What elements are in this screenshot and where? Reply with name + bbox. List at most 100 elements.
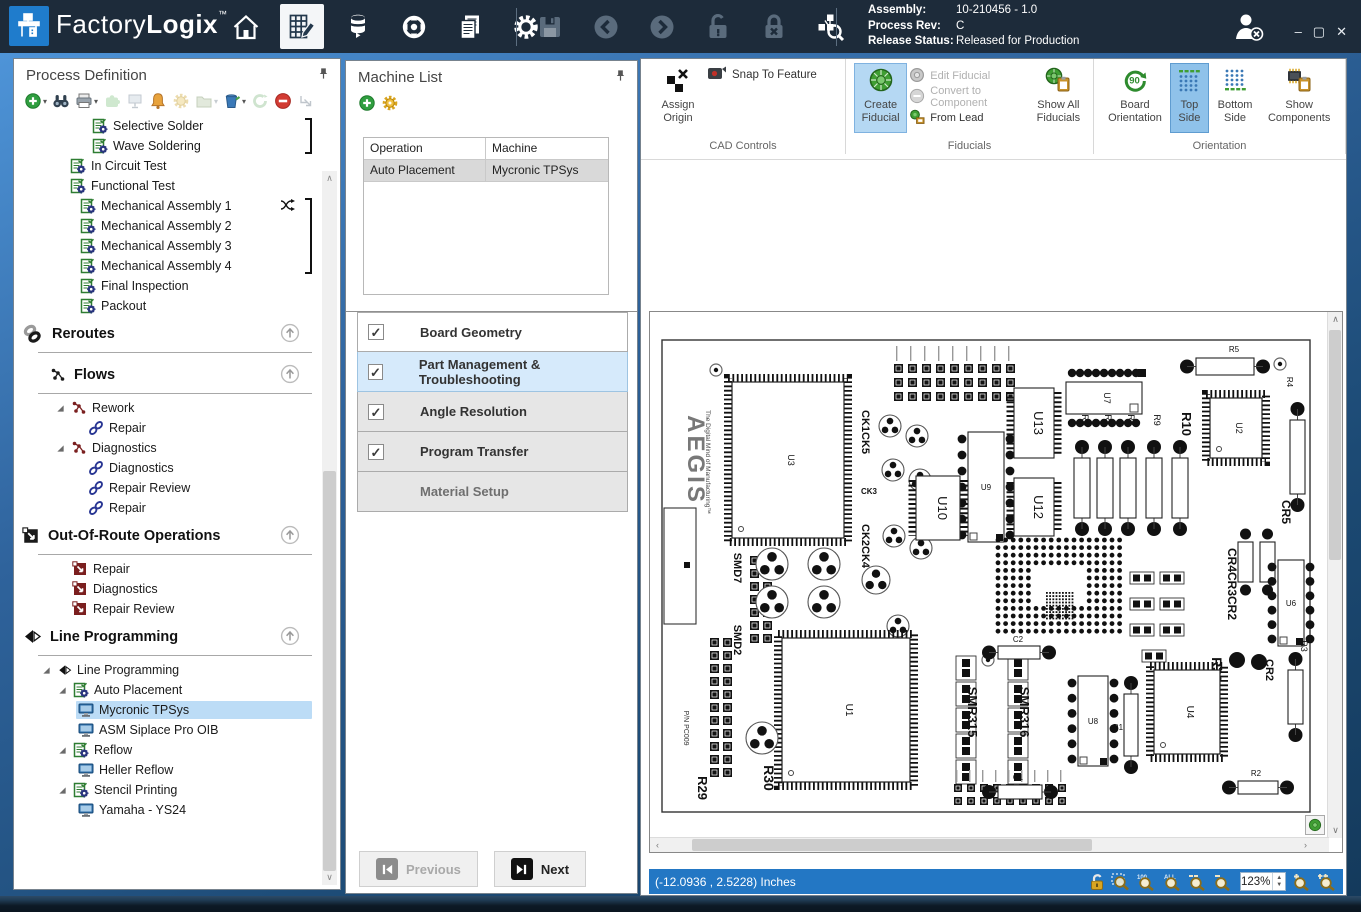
pin-icon[interactable] — [317, 67, 330, 84]
tree-item-mechanical-assembly-3[interactable]: Mechanical Assembly 3 — [14, 236, 326, 256]
tree-item-final-inspection[interactable]: Final Inspection — [14, 276, 326, 296]
fiducial-quick-button[interactable] — [1305, 815, 1325, 835]
zoom-level-input[interactable]: 123% ▲▼ — [1240, 872, 1286, 891]
tree-item-line-programming[interactable]: Line Programming — [14, 660, 326, 680]
user-session-icon[interactable] — [1232, 10, 1266, 49]
zoom-in-double-icon[interactable] — [1317, 873, 1337, 891]
scroll-left-icon[interactable]: ‹ — [650, 838, 665, 853]
tree-item-rework[interactable]: Rework — [14, 398, 326, 418]
cad-horizontal-scrollbar[interactable]: ‹ › — [650, 837, 1329, 852]
tree-item-functional-test[interactable]: Functional Test — [14, 176, 326, 196]
step-part-management-troubleshooting[interactable]: ✓Part Management & Troubleshooting — [357, 352, 628, 392]
tree-item-packout[interactable]: Packout — [14, 296, 326, 316]
tree-item-asm-siplace-pro-oib[interactable]: ASM Siplace Pro OIB — [14, 720, 326, 740]
expander-icon[interactable] — [58, 686, 68, 695]
add-toolbar-icon[interactable]: ▾ — [24, 92, 47, 110]
cam-icon[interactable] — [392, 4, 436, 49]
delete-toolbar-icon[interactable]: ▾ — [223, 92, 246, 110]
bottom-side-button[interactable]: BottomSide — [1211, 63, 1260, 133]
collapse-section-icon[interactable] — [280, 323, 300, 347]
machine-col-operation[interactable]: Operation — [364, 138, 486, 159]
next-button[interactable]: Next — [494, 851, 586, 887]
step-angle-resolution[interactable]: ✓Angle Resolution — [357, 392, 628, 432]
expander-icon[interactable] — [56, 444, 66, 453]
machine-table[interactable]: OperationMachine Auto PlacementMycronic … — [363, 137, 609, 295]
tree-item-wave-soldering[interactable]: Wave Soldering — [14, 136, 326, 156]
documents-icon[interactable] — [448, 4, 492, 49]
step-checkbox[interactable]: ✓ — [368, 404, 384, 420]
machine-table-row[interactable]: Auto PlacementMycronic TPSys — [364, 160, 608, 182]
materials-icon[interactable] — [336, 4, 380, 49]
step-program-transfer[interactable]: ✓Program Transfer — [357, 432, 628, 472]
close-button[interactable]: ✕ — [1336, 24, 1347, 40]
tree-item-diagnostics[interactable]: Diagnostics — [14, 438, 326, 458]
zoom-all-icon[interactable]: ALL — [1162, 873, 1182, 891]
step-material-setup[interactable]: Material Setup — [357, 472, 628, 512]
zoom-in-icon[interactable] — [1292, 873, 1311, 891]
expander-icon[interactable] — [42, 666, 52, 675]
tree-item-repair-review[interactable]: Repair Review — [14, 599, 326, 619]
snap-button[interactable]: Snap To Feature — [707, 65, 817, 84]
pan-lock-icon[interactable] — [1089, 873, 1105, 891]
cad-vertical-scrollbar[interactable]: ∧ ∨ — [1327, 312, 1342, 838]
tree-item-diagnostics[interactable]: Diagnostics — [14, 579, 326, 599]
top-side-button[interactable]: TopSide — [1170, 63, 1209, 133]
scroll-up-icon[interactable]: ∧ — [322, 171, 337, 186]
zoom-window-icon[interactable] — [1111, 873, 1130, 891]
pcb-board[interactable]: AEGISThe Digital Mind of Manufacturing™P… — [650, 312, 1329, 838]
zoom-out-double-icon[interactable] — [1188, 873, 1207, 891]
tree-item-mechanical-assembly-2[interactable]: Mechanical Assembly 2 — [14, 216, 326, 236]
tree-item-mechanical-assembly-4[interactable]: Mechanical Assembly 4 — [14, 256, 326, 276]
collapse-section-icon[interactable] — [280, 626, 300, 650]
scroll-down-icon[interactable]: ∨ — [322, 870, 337, 885]
stop-toolbar-icon[interactable] — [274, 92, 292, 110]
collapse-section-icon[interactable] — [280, 525, 300, 549]
fiducial-button[interactable]: CreateFiducial — [854, 63, 907, 133]
tree-item-in-circuit-test[interactable]: In Circuit Test — [14, 156, 326, 176]
tree-item-auto-placement[interactable]: Auto Placement — [14, 680, 326, 700]
process-tree-scrollbar[interactable]: ∧ ∨ — [322, 171, 337, 885]
pin-icon[interactable] — [614, 69, 627, 86]
expander-icon[interactable] — [58, 746, 68, 755]
show-fiducials-button[interactable]: Show AllFiducials — [1032, 63, 1085, 133]
flow-search-icon[interactable] — [808, 4, 852, 49]
from-lead-button[interactable]: From Lead — [909, 109, 1030, 127]
collapse-section-icon[interactable] — [280, 364, 300, 388]
zoom-spinner[interactable]: ▲▼ — [1272, 873, 1285, 890]
step-checkbox[interactable]: ✓ — [368, 444, 384, 460]
step-board-geometry[interactable]: ✓Board Geometry — [357, 312, 628, 352]
zoom-100-icon[interactable]: 100 — [1136, 873, 1156, 891]
minimize-button[interactable]: – — [1295, 24, 1302, 40]
expander-icon[interactable] — [56, 404, 66, 413]
tree-item-yamaha-ys24[interactable]: Yamaha - YS24 — [14, 800, 326, 820]
find-toolbar-icon[interactable] — [52, 92, 70, 110]
section-line-programming[interactable]: Line Programming — [14, 619, 326, 655]
gearGold-toolbar-icon[interactable] — [381, 94, 399, 112]
maximize-button[interactable]: ▢ — [1313, 24, 1325, 40]
tree-item-diagnostics[interactable]: Diagnostics — [14, 458, 326, 478]
cad-viewport[interactable]: AEGISThe Digital Mind of Manufacturing™P… — [649, 311, 1343, 853]
assign-origin-button[interactable]: AssignOrigin — [649, 63, 707, 133]
tree-item-selective-solder[interactable]: Selective Solder — [14, 116, 326, 136]
tree-item-repair[interactable]: Repair — [14, 559, 326, 579]
home-icon[interactable] — [224, 4, 268, 49]
scroll-right-icon[interactable]: › — [1298, 838, 1313, 853]
step-checkbox[interactable]: ✓ — [368, 364, 383, 380]
bell-toolbar-icon[interactable] — [149, 92, 167, 110]
scroll-up-icon[interactable]: ∧ — [1328, 312, 1343, 327]
tree-item-repair[interactable]: Repair — [14, 418, 326, 438]
process-editor-icon[interactable] — [280, 4, 324, 49]
tree-item-repair[interactable]: Repair — [14, 498, 326, 518]
previous-button[interactable]: Previous — [359, 851, 478, 887]
section-out-of-route-operations[interactable]: Out-Of-Route Operations — [14, 518, 326, 554]
step-checkbox[interactable]: ✓ — [368, 324, 384, 340]
section-flows[interactable]: Flows — [14, 357, 326, 393]
tree-item-heller-reflow[interactable]: Heller Reflow — [14, 760, 326, 780]
print-toolbar-icon[interactable]: ▾ — [75, 92, 98, 110]
scroll-down-icon[interactable]: ∨ — [1328, 823, 1343, 838]
section-reroutes[interactable]: Reroutes — [14, 316, 326, 352]
expander-icon[interactable] — [58, 786, 68, 795]
tree-item-reflow[interactable]: Reflow — [14, 740, 326, 760]
add-toolbar-icon[interactable] — [358, 94, 376, 112]
rotate-90-button[interactable]: 90BoardOrientation — [1102, 63, 1168, 133]
